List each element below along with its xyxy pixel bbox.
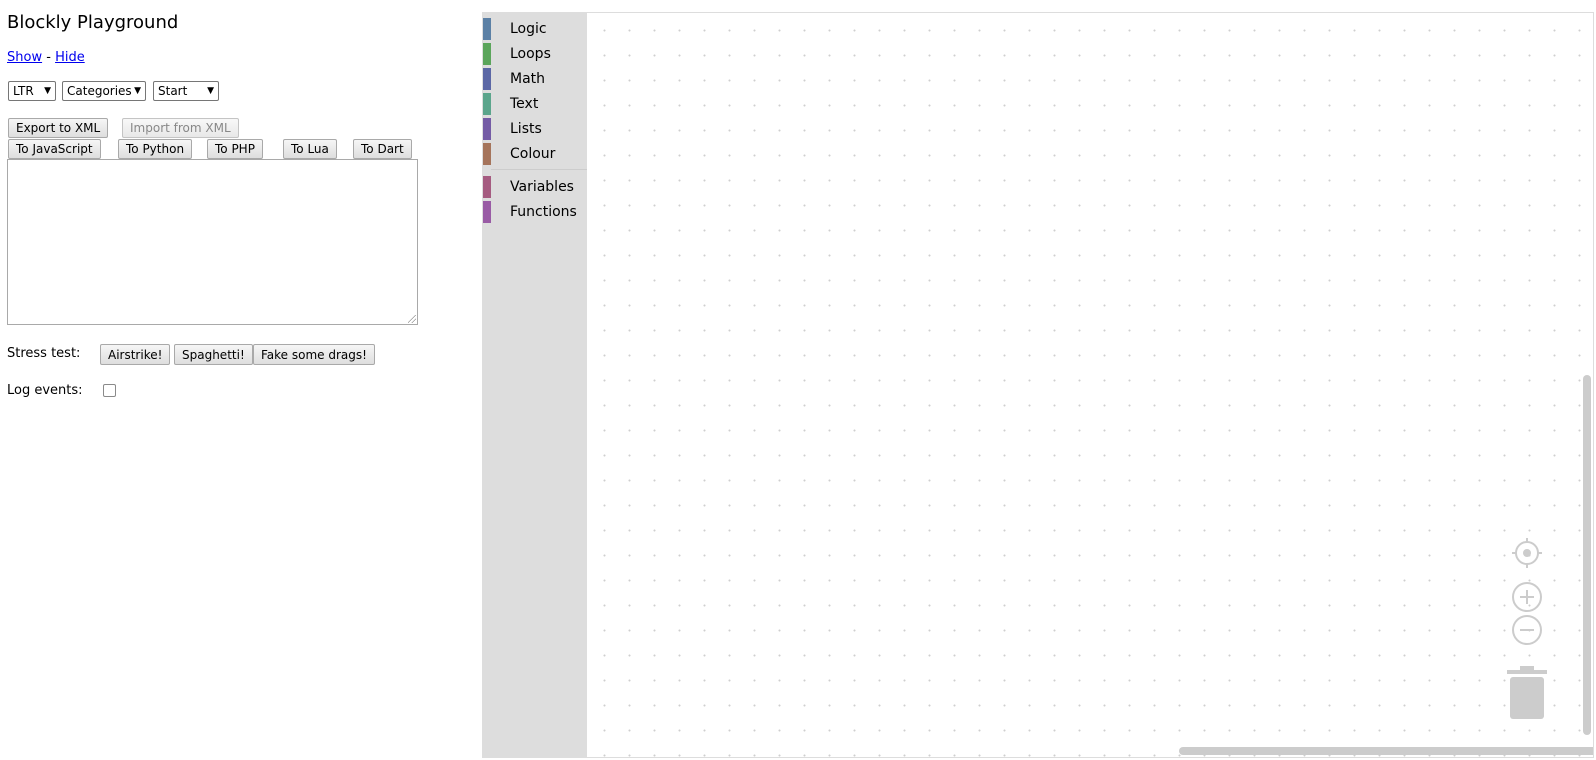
category-label: Math	[510, 71, 546, 87]
category-color-bar	[483, 68, 491, 90]
category-label: Colour	[510, 146, 556, 162]
trash-icon[interactable]	[1505, 665, 1549, 721]
resize-grip-icon[interactable]	[408, 315, 416, 323]
direction-select-value: LTR	[13, 84, 34, 98]
show-link[interactable]: Show	[7, 50, 42, 65]
to-lua-button[interactable]: To Lua	[283, 139, 337, 159]
category-label: Loops	[510, 46, 551, 62]
toolbox-category-loops[interactable]: Loops	[483, 43, 587, 65]
workspace-canvas[interactable]	[587, 13, 1593, 757]
start-select-value: Start	[158, 84, 188, 98]
toolbox-select-value: Categories	[67, 84, 132, 98]
category-color-bar	[483, 93, 491, 115]
toolbox-category-functions[interactable]: Functions	[483, 201, 587, 223]
toolbox-separator	[491, 169, 587, 170]
to-python-button[interactable]: To Python	[118, 139, 193, 159]
zoom-in-plus-icon[interactable]	[1511, 581, 1543, 613]
vertical-scrollbar[interactable]	[1583, 375, 1591, 735]
airstrike-button[interactable]: Airstrike!	[100, 344, 171, 365]
toolbox-category-variables[interactable]: Variables	[483, 176, 587, 198]
spaghetti-button[interactable]: Spaghetti!	[174, 344, 253, 365]
toolbox-category-text[interactable]: Text	[483, 93, 587, 115]
category-label: Text	[510, 96, 539, 112]
log-events-checkbox[interactable]	[103, 384, 116, 397]
blockly-editor: Logic Loops Math Text Lists Colour Varia…	[482, 12, 1594, 758]
recenter-target-icon[interactable]	[1511, 537, 1543, 569]
category-label: Logic	[510, 21, 547, 37]
toolbox: Logic Loops Math Text Lists Colour Varia…	[483, 13, 587, 757]
category-color-bar	[483, 201, 491, 223]
to-dart-button[interactable]: To Dart	[353, 139, 412, 159]
toolbox-category-colour[interactable]: Colour	[483, 143, 587, 165]
to-javascript-button[interactable]: To JavaScript	[8, 139, 101, 159]
import-xml-button[interactable]: Import from XML	[122, 118, 239, 138]
zoom-out-minus-icon[interactable]	[1511, 614, 1543, 646]
stress-test-label: Stress test:	[7, 346, 81, 361]
hide-link[interactable]: Hide	[55, 50, 85, 65]
page-title: Blockly Playground	[7, 12, 179, 33]
code-textarea[interactable]	[7, 159, 418, 325]
category-label: Variables	[510, 179, 574, 195]
category-color-bar	[483, 43, 491, 65]
category-label: Lists	[510, 121, 542, 137]
toolbox-select[interactable]: Categories ▼	[62, 81, 146, 101]
category-color-bar	[483, 176, 491, 198]
start-select[interactable]: Start ▼	[153, 81, 219, 101]
toolbox-category-logic[interactable]: Logic	[483, 18, 587, 40]
horizontal-scrollbar[interactable]	[1179, 747, 1593, 755]
to-php-button[interactable]: To PHP	[207, 139, 263, 159]
show-hide-links: Show - Hide	[7, 50, 85, 65]
toolbox-category-math[interactable]: Math	[483, 68, 587, 90]
chevron-down-icon: ▼	[207, 86, 214, 96]
chevron-down-icon: ▼	[134, 86, 141, 96]
export-xml-button[interactable]: Export to XML	[8, 118, 109, 138]
fake-drags-button[interactable]: Fake some drags!	[253, 344, 375, 365]
category-color-bar	[483, 18, 491, 40]
category-color-bar	[483, 118, 491, 140]
log-events-label: Log events:	[7, 383, 83, 398]
category-label: Functions	[510, 204, 577, 220]
category-color-bar	[483, 143, 491, 165]
separator: -	[46, 50, 51, 65]
chevron-down-icon: ▼	[44, 86, 51, 96]
direction-select[interactable]: LTR ▼	[8, 81, 56, 101]
toolbox-category-lists[interactable]: Lists	[483, 118, 587, 140]
